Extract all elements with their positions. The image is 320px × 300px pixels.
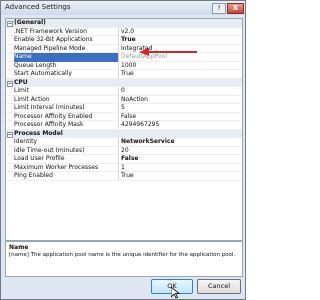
property-row[interactable]: .NET Framework Version v2.0: [6, 27, 242, 37]
property-row[interactable]: Limit Interval (minutes) 5: [6, 104, 242, 113]
property-name: Ping Enabled: [14, 172, 53, 179]
property-name: Load User Profile: [14, 155, 65, 162]
property-name: Enable 32-Bit Applications: [14, 36, 93, 43]
category-title: (General): [14, 19, 46, 26]
property-value[interactable]: False: [121, 113, 239, 122]
collapse-icon[interactable]: −: [7, 80, 13, 87]
mouse-cursor-icon: [171, 287, 180, 299]
close-button[interactable]: X: [227, 3, 244, 14]
property-row[interactable]: Load User Profile False: [6, 155, 242, 164]
red-arrow-annotation: [139, 48, 197, 56]
property-row-name-selected[interactable]: Name DefaultAppPool: [6, 53, 242, 62]
property-row[interactable]: Managed Pipeline Mode Integrated: [6, 44, 242, 53]
property-value[interactable]: 5: [121, 104, 239, 113]
property-row[interactable]: Idle Time-out (minutes) 20: [6, 146, 242, 156]
property-value[interactable]: v2.0: [121, 28, 239, 37]
category-process-model[interactable]: − Process Model: [6, 129, 242, 138]
property-value[interactable]: 0: [121, 87, 239, 96]
property-name: Processor Affinity Enabled: [14, 112, 93, 120]
property-name: Limit Action: [14, 95, 50, 103]
advanced-settings-dialog: Advanced Settings ? X − (General) .NET F…: [0, 0, 246, 300]
property-value[interactable]: True: [121, 172, 239, 181]
property-name: Name: [14, 53, 118, 62]
property-name: Identity: [14, 138, 37, 145]
property-row[interactable]: Limit Action NoAction: [6, 95, 242, 105]
property-row[interactable]: Queue Length 1000: [6, 61, 242, 71]
title-bar: Advanced Settings ? X: [1, 1, 245, 15]
property-value[interactable]: True: [121, 36, 239, 45]
property-name: .NET Framework Version: [14, 27, 87, 35]
property-value[interactable]: 1: [121, 164, 239, 173]
property-name: Managed Pipeline Mode: [14, 44, 86, 52]
property-name: Idle Time-out (minutes): [14, 146, 85, 154]
category-title: Process Model: [14, 129, 63, 137]
property-name: Limit Interval (minutes): [14, 104, 85, 111]
property-row[interactable]: Identity NetworkService: [6, 138, 242, 147]
property-name: Queue Length: [14, 61, 57, 69]
description-title: Name: [9, 244, 29, 251]
property-name: Maximum Worker Processes: [14, 163, 99, 171]
collapse-icon[interactable]: −: [7, 131, 13, 138]
property-row-enable-32bit[interactable]: Enable 32-Bit Applications True: [6, 36, 242, 45]
property-name: Start Automatically: [14, 70, 72, 77]
window-title: Advanced Settings: [5, 3, 71, 11]
property-row[interactable]: Maximum Worker Processes 1: [6, 163, 242, 173]
property-value[interactable]: 20: [121, 147, 239, 156]
property-value[interactable]: NetworkService: [121, 138, 239, 147]
property-row[interactable]: Limit 0: [6, 87, 242, 96]
property-row[interactable]: Processor Affinity Mask 4294967295: [6, 121, 242, 130]
property-row[interactable]: Start Automatically True: [6, 70, 242, 79]
category-title: CPU: [14, 78, 28, 86]
property-value[interactable]: 4294967295: [121, 121, 239, 130]
category-general[interactable]: − (General): [6, 19, 242, 28]
property-row[interactable]: Ping Enabled True: [6, 172, 242, 181]
category-cpu[interactable]: − CPU: [6, 78, 242, 87]
description-text: [name] The application pool name is the …: [9, 252, 236, 258]
property-value[interactable]: True: [121, 70, 239, 79]
property-value[interactable]: NoAction: [121, 96, 239, 105]
property-name: Processor Affinity Mask: [14, 121, 84, 128]
property-name: Limit: [14, 87, 29, 94]
description-panel: Name [name] The application pool name is…: [5, 241, 243, 277]
property-row[interactable]: Processor Affinity Enabled False: [6, 112, 242, 122]
property-value[interactable]: False: [121, 155, 239, 164]
help-button[interactable]: ?: [212, 3, 226, 14]
collapse-icon[interactable]: −: [7, 21, 13, 27]
property-grid[interactable]: − (General) .NET Framework Version v2.0 …: [5, 18, 243, 241]
property-value[interactable]: 1000: [121, 62, 239, 71]
cancel-button[interactable]: Cancel: [197, 279, 241, 294]
